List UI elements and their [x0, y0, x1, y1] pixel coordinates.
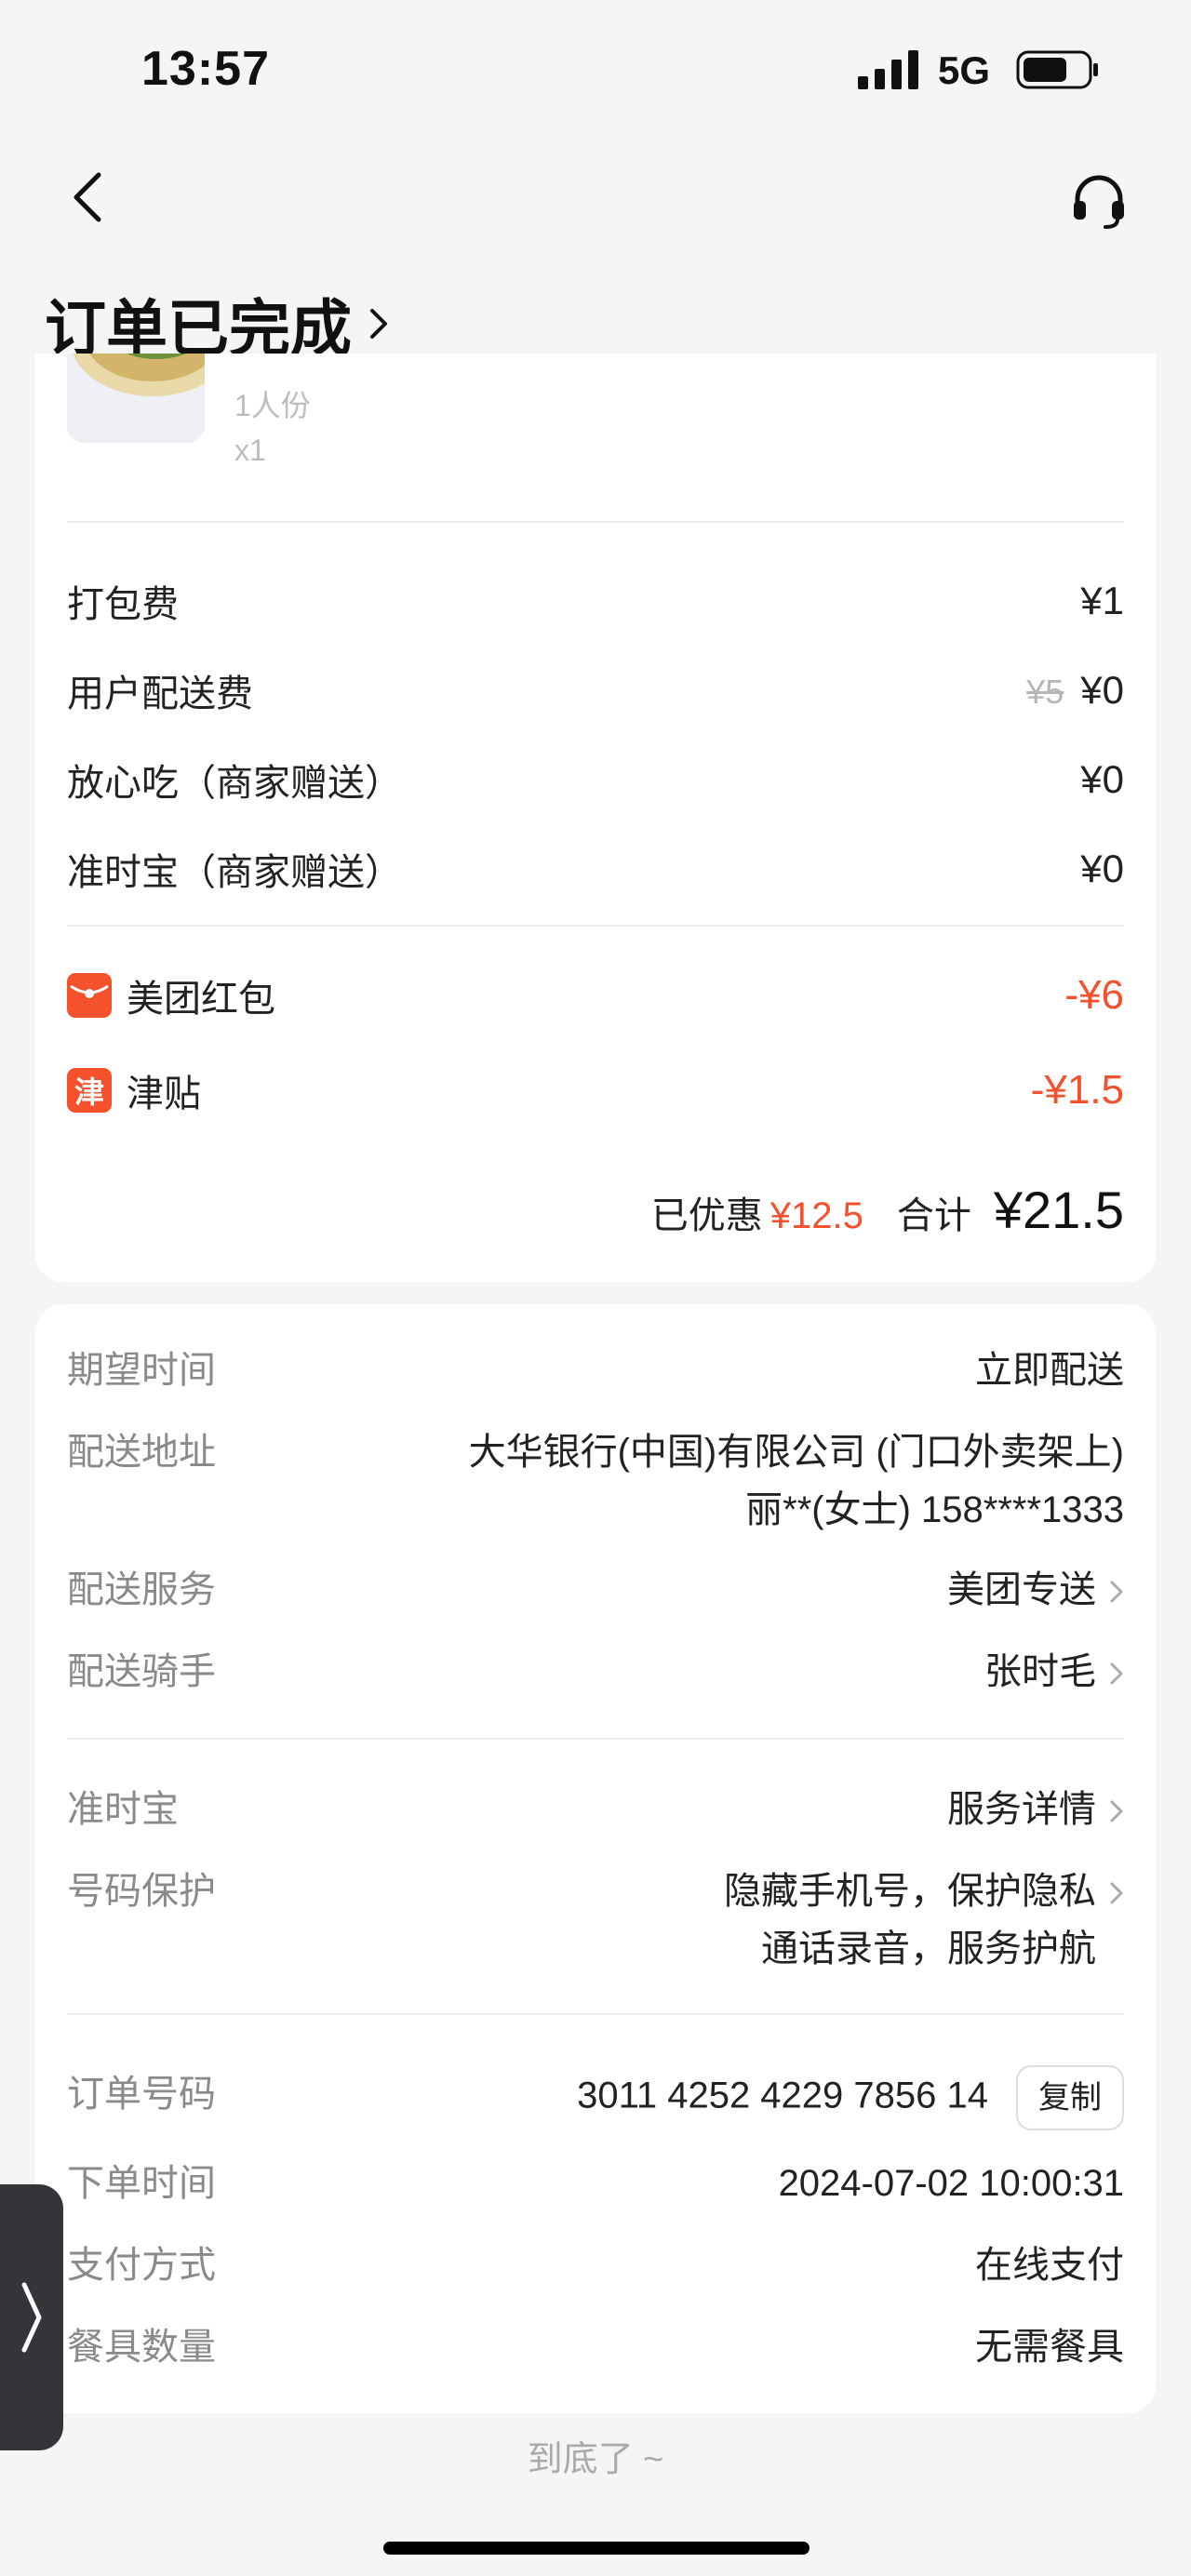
fee-amount: ¥0 — [1080, 757, 1124, 801]
discount-label: 美团红包 — [127, 979, 275, 1020]
food-meta: 1人份 x1 — [234, 383, 311, 473]
info-label: 配送骑手 — [67, 1651, 216, 1692]
order-total: 已优惠 ¥12.5 合计 ¥21.5 — [651, 1180, 1124, 1240]
info-label: 期望时间 — [67, 1350, 216, 1391]
red-packet-icon — [67, 973, 112, 1018]
discount-row-allowance: 津 津贴 -¥1.5 — [67, 1062, 1124, 1118]
food-spec: 1人份 — [234, 389, 311, 422]
copy-button[interactable]: 复制 — [1016, 2065, 1124, 2130]
allowance-icon: 津 — [67, 1068, 112, 1113]
side-drawer-handle[interactable] — [0, 2184, 63, 2450]
headset-icon[interactable] — [1068, 169, 1130, 231]
info-label: 支付方式 — [67, 2245, 216, 2286]
chevron-right-icon — [1110, 1882, 1123, 1904]
divider — [67, 2013, 1124, 2015]
saved-label: 已优惠 — [650, 1195, 763, 1236]
info-label: 号码保护 — [67, 1871, 216, 1912]
address-line: 大华银行(中国)有限公司 (门口外卖架上) — [468, 1432, 1124, 1473]
info-value: 大华银行(中国)有限公司 (门口外卖架上) 丽**(女士) 158****133… — [469, 1423, 1124, 1539]
fee-row-packing: 打包费 ¥1 — [67, 573, 1124, 629]
info-row-order-number: 订单号码 3011 4252 4229 7856 14 复制 — [67, 2065, 1124, 2130]
fee-row-ontime: 准时宝（商家赠送） ¥0 — [67, 841, 1124, 897]
discount-row-red-packet: 美团红包 -¥6 — [67, 968, 1124, 1023]
chevron-right-icon — [370, 309, 387, 339]
info-row-expected-time: 期望时间 立即配送 — [67, 1341, 1124, 1399]
fee-amount: ¥0 — [1080, 847, 1124, 890]
chevron-right-icon — [21, 2282, 42, 2353]
info-value: 隐藏手机号，保护隐私 通话录音，服务护航 — [724, 1862, 1124, 1978]
network-type: 5G — [938, 48, 991, 92]
info-value: 在线支付 — [975, 2245, 1124, 2286]
fee-label: 准时宝（商家赠送） — [67, 852, 402, 893]
order-fee-card: 1人份 x1 打包费 ¥1 用户配送费 ¥5 ¥0 放心吃（商家赠送） ¥0 准时… — [35, 354, 1156, 1282]
chevron-right-icon — [1110, 1662, 1123, 1685]
status-bar: 13:57 5G — [0, 0, 1191, 140]
back-icon[interactable] — [65, 167, 112, 227]
order-info-card: 期望时间 立即配送 配送地址 大华银行(中国)有限公司 (门口外卖架上) 丽**… — [35, 1304, 1156, 2413]
fee-amount: ¥0 — [1080, 668, 1124, 712]
fee-row-delivery: 用户配送费 ¥5 ¥0 — [67, 662, 1124, 718]
fee-row-food-safety: 放心吃（商家赠送） ¥0 — [67, 752, 1124, 808]
fee-original-amount: ¥5 — [1026, 673, 1064, 711]
divider — [67, 1738, 1124, 1740]
discount-amount: -¥6 — [1064, 972, 1124, 1018]
fee-label: 用户配送费 — [67, 674, 253, 714]
fee-amount: ¥1 — [1080, 579, 1124, 622]
protection-line: 隐藏手机号，保护隐私 — [724, 1871, 1096, 1912]
info-value: 美团专送 — [947, 1569, 1096, 1610]
info-value: 2024-07-02 10:00:31 — [778, 2163, 1124, 2204]
info-row-rider[interactable]: 配送骑手 张时毛 — [67, 1643, 1124, 1701]
info-value: 无需餐具 — [975, 2327, 1124, 2368]
home-indicator[interactable] — [383, 2542, 810, 2555]
total-amount: ¥21.5 — [993, 1181, 1124, 1239]
divider — [67, 925, 1124, 927]
info-value: 立即配送 — [975, 1350, 1124, 1391]
info-label: 配送服务 — [67, 1569, 216, 1610]
info-label: 餐具数量 — [67, 2327, 216, 2368]
saved-amount: ¥12.5 — [769, 1195, 863, 1236]
status-time: 13:57 — [141, 42, 270, 96]
info-row-order-time: 下单时间 2024-07-02 10:00:31 — [67, 2155, 1124, 2212]
contact-line: 丽**(女士) 158****1333 — [745, 1489, 1124, 1530]
info-label: 下单时间 — [67, 2163, 216, 2204]
battery-icon — [1016, 50, 1098, 89]
info-row-utensils: 餐具数量 无需餐具 — [67, 2318, 1124, 2376]
info-row-delivery-service[interactable]: 配送服务 美团专送 — [67, 1561, 1124, 1619]
protection-line: 通话录音，服务护航 — [761, 1929, 1096, 1969]
fee-label: 放心吃（商家赠送） — [67, 763, 402, 804]
signal-icon — [858, 50, 918, 89]
fee-label: 打包费 — [67, 584, 179, 625]
info-row-address: 配送地址 大华银行(中国)有限公司 (门口外卖架上) 丽**(女士) 158**… — [67, 1423, 1124, 1539]
info-row-number-protection[interactable]: 号码保护 隐藏手机号，保护隐私 通话录音，服务护航 — [67, 1862, 1124, 1978]
food-qty: x1 — [234, 434, 266, 467]
info-value: 服务详情 — [947, 1789, 1096, 1830]
info-row-ontime[interactable]: 准时宝 服务详情 — [67, 1781, 1124, 1838]
info-label: 准时宝 — [67, 1789, 179, 1830]
discount-amount: -¥1.5 — [1030, 1067, 1124, 1113]
order-number-value: 3011 4252 4229 7856 14 — [577, 2075, 988, 2116]
divider — [67, 521, 1124, 523]
chevron-right-icon — [1110, 1581, 1123, 1603]
info-label: 配送地址 — [67, 1432, 216, 1473]
discount-label: 津贴 — [127, 1074, 201, 1114]
info-value: 张时毛 — [984, 1651, 1096, 1692]
info-row-payment: 支付方式 在线支付 — [67, 2236, 1124, 2294]
end-of-list-note: 到底了 ~ — [527, 2440, 664, 2479]
chevron-right-icon — [1110, 1800, 1123, 1822]
food-image — [67, 354, 205, 443]
total-label: 合计 — [896, 1195, 971, 1236]
info-label: 订单号码 — [67, 2074, 216, 2115]
